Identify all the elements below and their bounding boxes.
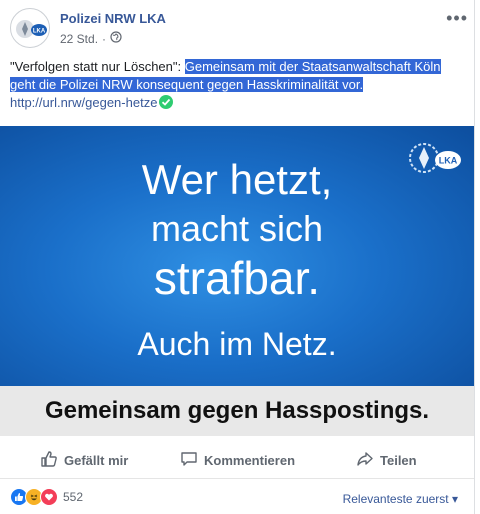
- comment-icon: [180, 450, 198, 471]
- globe-icon: [110, 31, 122, 46]
- check-icon: [159, 95, 174, 109]
- post-text-quote: "Verfolgen statt nur Löschen":: [10, 59, 185, 74]
- comment-sort-dropdown[interactable]: Relevanteste zuerst ▾: [343, 492, 458, 506]
- like-button[interactable]: Gefällt mir: [40, 442, 128, 478]
- post-time[interactable]: 22 Std.: [60, 32, 98, 46]
- share-label: Teilen: [380, 452, 417, 468]
- banner-line-3: strafbar.: [153, 252, 321, 304]
- action-bar: Gefällt mir Kommentieren Teilen: [0, 442, 474, 479]
- post-card: LKA Polizei NRW LKA 22 Std. · ••• "Verfo…: [0, 0, 475, 514]
- page-avatar[interactable]: LKA: [10, 8, 50, 48]
- post-link[interactable]: http://url.nrw/gegen-hetze: [10, 95, 157, 110]
- page-name[interactable]: Polizei NRW LKA: [60, 11, 166, 26]
- reactions-summary[interactable]: 552: [10, 488, 83, 506]
- love-icon: [40, 488, 58, 506]
- svg-text:LKA: LKA: [33, 29, 46, 35]
- share-button[interactable]: Teilen: [356, 442, 417, 478]
- post-image[interactable]: LKA Wer hetzt, macht sich strafbar. Auch…: [0, 126, 474, 386]
- caret-down-icon: ▾: [451, 492, 458, 506]
- banner-line-1: Wer hetzt,: [141, 156, 333, 203]
- post-header: LKA Polizei NRW LKA 22 Std. · •••: [10, 8, 470, 52]
- banner-line-4: Auch im Netz.: [137, 326, 337, 362]
- thumbs-up-icon: [40, 450, 58, 471]
- reaction-count: 552: [63, 490, 84, 504]
- like-label: Gefällt mir: [64, 452, 129, 468]
- post-text: "Verfolgen statt nur Löschen": Gemeinsam…: [10, 58, 462, 112]
- comment-label: Kommentieren: [204, 452, 296, 468]
- banner-line-2: macht sich: [150, 208, 324, 249]
- meta-separator: ·: [102, 31, 107, 46]
- more-options-icon[interactable]: •••: [446, 8, 468, 29]
- share-icon: [356, 450, 374, 471]
- comment-button[interactable]: Kommentieren: [180, 442, 295, 478]
- sort-label: Relevanteste zuerst: [342, 492, 449, 506]
- post-meta: 22 Std. ·: [60, 31, 122, 46]
- banner-strip: Gemeinsam gegen Hasspostings.: [0, 386, 474, 436]
